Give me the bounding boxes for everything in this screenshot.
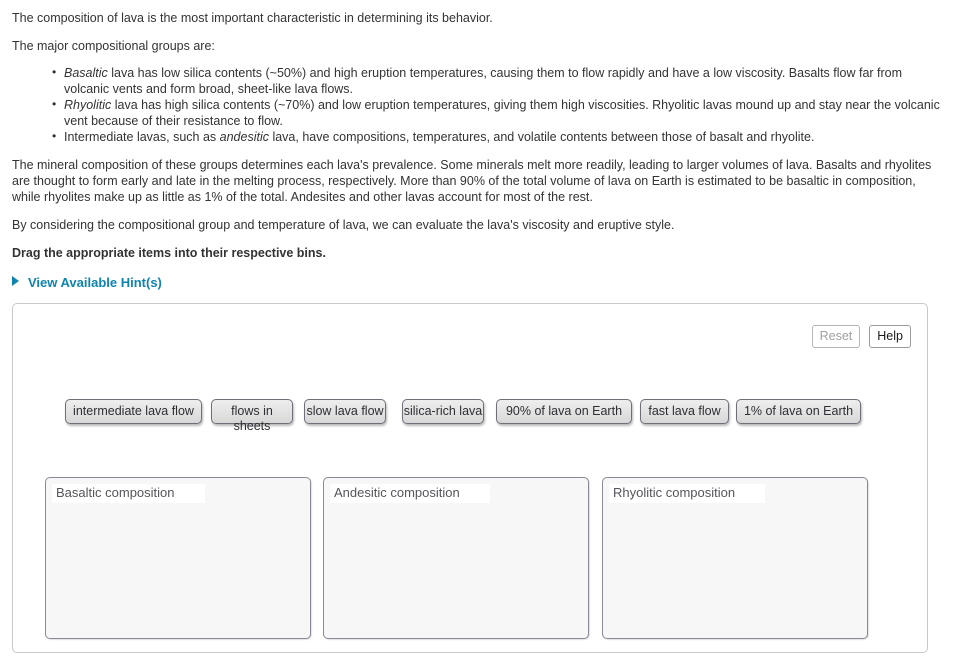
drag-instruction: Drag the appropriate items into their re… [12,246,326,260]
help-button[interactable]: Help [869,325,911,348]
bullet-emphasis: Rhyolitic [64,98,112,112]
drop-bin-basaltic[interactable]: Basaltic composition [45,477,311,639]
bullet-emphasis: Basaltic [64,66,108,80]
bullet-text: lava, have compositions, temperatures, a… [268,130,815,144]
mineral-paragraph: The mineral composition of these groups … [12,158,932,204]
list-item: Intermediate lavas, such as andesitic la… [52,128,946,145]
draggable-token[interactable]: 1% of lava on Earth [736,399,861,424]
view-hints-label: View Available Hint(s) [28,275,162,290]
list-item: Basaltic lava has low silica contents (~… [52,64,946,97]
compositional-groups-list: Basaltic lava has low silica contents (~… [12,64,946,145]
draggable-token[interactable]: silica-rich lava [402,399,484,424]
groups-heading: The major compositional groups are: [12,39,215,53]
draggable-token[interactable]: slow lava flow [304,399,386,424]
view-hints-link[interactable]: View Available Hint(s) [12,275,182,291]
triangle-right-icon [12,276,19,286]
drop-bin-rhyolitic[interactable]: Rhyolitic composition [602,477,868,639]
panel-toolbar: Reset Help [811,325,911,348]
drop-bin-andesitic[interactable]: Andesitic composition [323,477,589,639]
drop-bin-label: Basaltic composition [52,484,205,503]
bullet-emphasis: andesitic [219,130,269,144]
drag-drop-activity-panel: Reset Help intermediate lava flow flows … [12,303,928,653]
draggable-token[interactable]: intermediate lava flow [65,399,202,424]
drop-bin-row: Basaltic composition Andesitic compositi… [13,477,929,642]
bullet-prefix: Intermediate lavas, such as [64,130,220,144]
intro-lead: The composition of lava is the most impo… [12,11,493,25]
lesson-content: The composition of lava is the most impo… [0,0,958,291]
list-item: Rhyolitic lava has high silica contents … [52,96,946,129]
draggable-token-bank: intermediate lava flow flows in sheets s… [13,399,929,433]
reset-button[interactable]: Reset [811,325,861,348]
drop-bin-label: Rhyolitic composition [609,484,766,503]
bullet-text: lava has low silica contents (~50%) and … [64,66,903,96]
draggable-token[interactable]: fast lava flow [640,399,729,424]
drop-bin-label: Andesitic composition [330,484,490,503]
summary-paragraph: By considering the compositional group a… [12,218,675,232]
bullet-text: lava has high silica contents (~70%) and… [64,98,940,128]
draggable-token[interactable]: 90% of lava on Earth [496,399,632,424]
draggable-token[interactable]: flows in sheets [211,399,293,433]
